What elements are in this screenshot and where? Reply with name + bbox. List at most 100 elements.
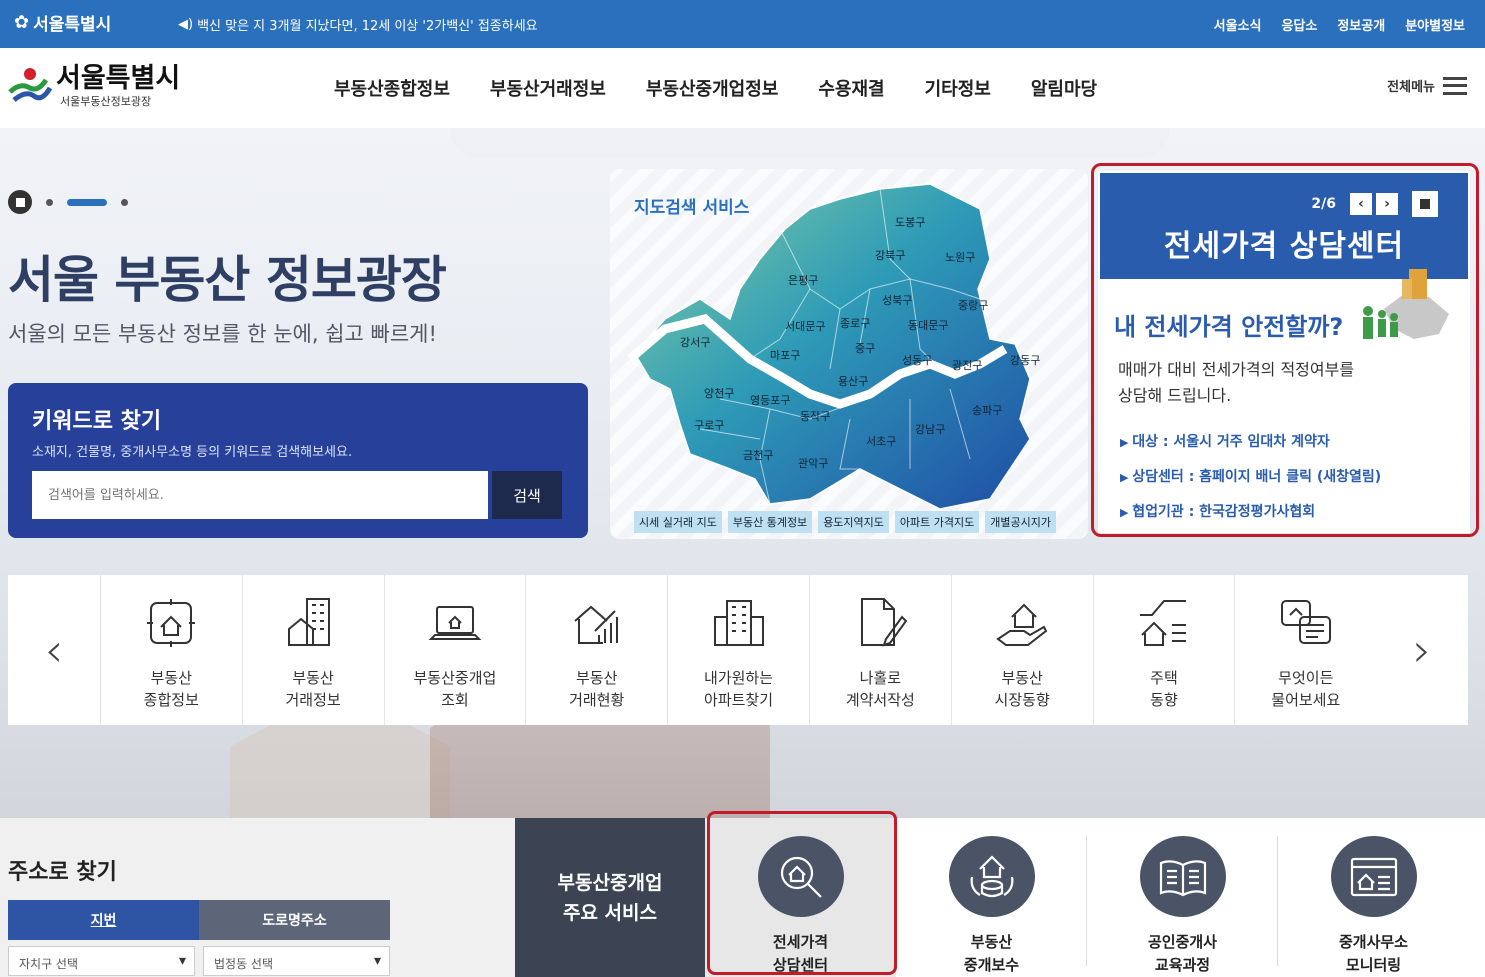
map-tab-landprice[interactable]: 개별공시지가 (985, 511, 1056, 533)
district-yongsan[interactable]: 용산구 (838, 375, 868, 388)
keyword-search-button[interactable]: 검색 (492, 471, 562, 519)
dong-select[interactable]: 법정동 선택 (203, 946, 390, 976)
nav-item-notice[interactable]: 알림마당 (1031, 75, 1097, 101)
district-gwanak[interactable]: 관악구 (798, 457, 828, 470)
district-dongdaemun[interactable]: 동대문구 (908, 319, 948, 332)
district-gangdong[interactable]: 강동구 (1010, 354, 1040, 367)
tab-road-address[interactable]: 도로명주소 (199, 900, 390, 940)
district-jung[interactable]: 중구 (855, 342, 875, 355)
quick-item-transaction-status[interactable]: 부동산 거래현황 (525, 575, 667, 725)
trend-house-icon (1139, 600, 1186, 646)
address-tabs: 지번 도로명주소 (8, 900, 390, 940)
district-seongdong[interactable]: 성동구 (902, 354, 932, 367)
quick-item-broker-search[interactable]: 부동산중개업 조회 (383, 575, 526, 725)
district-dongjak[interactable]: 동작구 (800, 410, 830, 423)
jeonse-banner[interactable]: 2/6 ‹ › 전세가격 상담센터 내 전세가격 안전할까? 매매가 대비 전세… (1098, 171, 1470, 533)
district-yeongdeungpo[interactable]: 영등포구 (750, 394, 790, 407)
quick-prev-button[interactable]: ‹ (8, 575, 100, 725)
speaker-icon: ◀) (178, 17, 194, 32)
map-search-title: 지도검색 서비스 (634, 198, 750, 218)
top-link-field[interactable]: 분야별정보 (1405, 15, 1465, 34)
browser-house-icon (1350, 857, 1397, 896)
banner-stop-button[interactable] (1412, 191, 1438, 217)
top-link-news[interactable]: 서울소식 (1214, 15, 1262, 34)
quick-item-ask-anything[interactable]: 무엇이든 물어보세요 (1234, 575, 1376, 725)
district-gwangjin[interactable]: 광진구 (952, 359, 982, 372)
jeonse-item-partner: 협업기관 : 한국감정평가사협회 (1120, 495, 1381, 530)
map-tab-price[interactable]: 시세 실거래 지도 (634, 511, 722, 533)
house-coins-icon (970, 854, 1013, 897)
family-city-icon (1363, 269, 1449, 339)
district-nowon[interactable]: 노원구 (945, 251, 975, 264)
all-menu-button[interactable]: 전체메뉴 (1387, 76, 1467, 95)
nav-item-broker[interactable]: 부동산중개업정보 (646, 75, 778, 101)
district-songpa[interactable]: 송파구 (972, 404, 1002, 417)
seoul-logo[interactable]: ✿ 서울특별시 (14, 10, 111, 35)
district-mapo[interactable]: 마포구 (770, 349, 800, 362)
keyword-search-input[interactable] (32, 471, 488, 519)
map-tab-apt[interactable]: 아파트 가격지도 (894, 511, 980, 533)
buildings-icon (288, 598, 331, 646)
quick-next-button[interactable]: › (1376, 575, 1468, 725)
banner-next-button[interactable]: › (1376, 193, 1398, 215)
district-guro[interactable]: 구로구 (694, 419, 724, 432)
book-icon (1159, 859, 1206, 896)
chat-icon (1280, 600, 1331, 644)
document-pen-icon (861, 598, 908, 647)
top-link-info[interactable]: 정보공개 (1337, 15, 1385, 34)
district-select[interactable]: 자치구 선택 (8, 946, 195, 976)
service-office-monitoring[interactable]: 중개사무소 모니터링 (1278, 818, 1469, 977)
district-seocho[interactable]: 서초구 (866, 435, 896, 448)
nav-item-expropriation[interactable]: 수용재결 (818, 75, 884, 101)
slide-stop-button[interactable] (8, 190, 32, 214)
apartment-icon (713, 600, 764, 646)
district-gangbuk[interactable]: 강북구 (875, 249, 905, 262)
service-agent-education[interactable]: 공인중개사 교육과정 (1087, 818, 1278, 977)
jeonse-desc: 매매가 대비 전세가격의 적정여부를 상담해 드립니다. (1118, 360, 1355, 405)
jeonse-items: 대상 : 서울시 거주 임대차 계약자 상담센터 : 홈페이지 배너 클릭 (새… (1120, 425, 1381, 530)
quick-item-transaction-info[interactable]: 부동산 거래정보 (241, 575, 384, 725)
slide-dot-2-active[interactable] (67, 198, 107, 206)
nav-item-etc[interactable]: 기타정보 (925, 75, 991, 101)
slide-dot-3[interactable] (121, 198, 128, 206)
banner-prev-button[interactable]: ‹ (1350, 193, 1372, 215)
service-brokerage-fee[interactable]: 부동산 중개보수 (896, 818, 1087, 977)
district-jungnang[interactable]: 중랑구 (958, 299, 988, 312)
notice-ticker[interactable]: ◀) 백신 맞은 지 3개월 지났다면, 12세 이상 '2가백신' 접종하세요 (178, 15, 538, 34)
district-gangseo[interactable]: 강서구 (680, 336, 710, 349)
house-target-icon (147, 599, 196, 647)
brand-logo[interactable]: 서울특별시 서울부동산정보광장 (8, 64, 180, 110)
quick-item-find-apartment[interactable]: 내가원하는 아파트찾기 (667, 575, 809, 725)
district-geumcheon[interactable]: 금천구 (743, 448, 773, 462)
district-jongno[interactable]: 종로구 (840, 317, 870, 330)
district-seongbuk[interactable]: 성북구 (882, 294, 912, 307)
district-yangcheon[interactable]: 양천구 (704, 386, 734, 400)
slide-dot-1[interactable] (46, 198, 53, 206)
quick-item-contract-writing[interactable]: 나홀로 계약서작성 (808, 575, 951, 725)
top-link-eungdapso[interactable]: 응답소 (1281, 15, 1317, 34)
quick-item-market-trend[interactable]: 부동산 시장동향 (950, 575, 1093, 725)
top-links: 서울소식 응답소 정보공개 분야별정보 (1214, 15, 1465, 34)
seoul-district-map[interactable]: 도봉구 강북구 노원구 은평구 성북구 중랑구 서대문구 종로구 동대문구 강서… (610, 169, 1088, 539)
quick-item-housing-trend[interactable]: 주택 동향 (1092, 575, 1235, 725)
top-bar: ✿ 서울특별시 ◀) 백신 맞은 지 3개월 지났다면, 12세 이상 '2가백… (0, 0, 1485, 48)
tab-jibun[interactable]: 지번 (8, 900, 199, 940)
map-tab-stats[interactable]: 부동산 통계정보 (727, 511, 813, 533)
slide-indicator (8, 190, 128, 214)
quick-item-general-info[interactable]: 부동산 종합정보 (99, 575, 242, 725)
map-tab-zoning[interactable]: 용도지역지도 (818, 511, 889, 533)
district-gangnam[interactable]: 강남구 (915, 423, 945, 436)
nav-item-general[interactable]: 부동산종합정보 (334, 75, 450, 101)
hero-title: 서울 부동산 정보광장 (8, 251, 447, 309)
jeonse-question: 내 전세가격 안전할까? (1114, 313, 1344, 341)
district-seodaemun[interactable]: 서대문구 (785, 320, 825, 333)
chevron-right-icon: › (1384, 196, 1390, 212)
nav-item-transaction[interactable]: 부동산거래정보 (490, 75, 606, 101)
district-eunpyeong[interactable]: 은평구 (788, 274, 818, 287)
quick-menu: ‹ 부동산 종합정보 부동산 거래정보 부동산중개업 조회 부동산 거래현황 내가원하는… (8, 575, 1468, 725)
chevron-left-icon: ‹ (1358, 196, 1364, 212)
jeonse-item-center: 상담센터 : 홈페이지 배너 클릭 (새창열림) (1120, 460, 1381, 495)
seoul-emblem-icon: ✿ (14, 12, 30, 33)
district-dobong[interactable]: 도봉구 (895, 216, 925, 229)
service-jeonse-center[interactable]: 전세가격 상담센터 (705, 818, 896, 977)
